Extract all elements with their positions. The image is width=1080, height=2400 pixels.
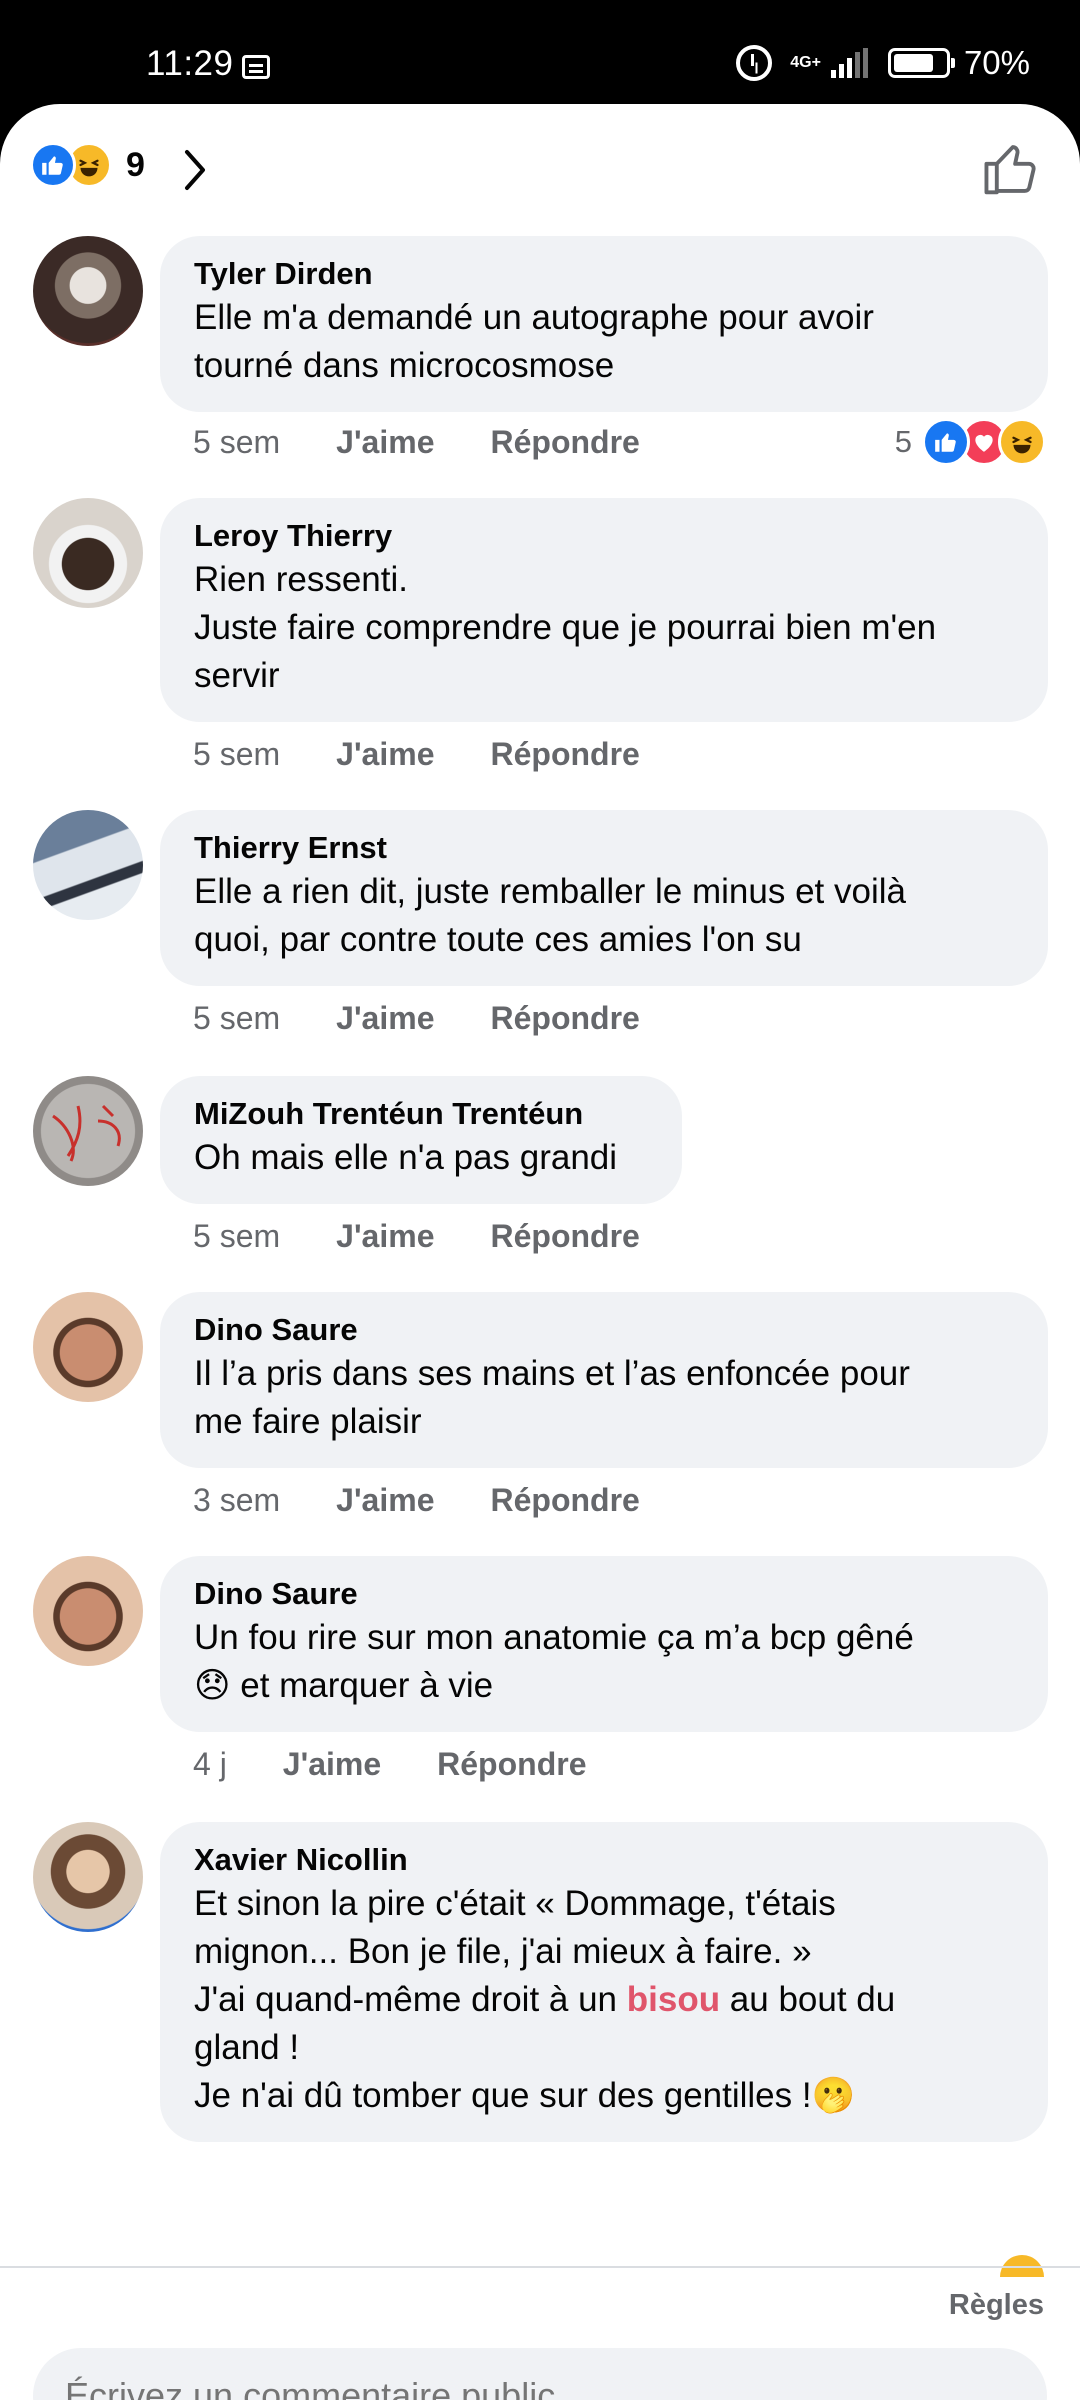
comment-bubble[interactable]: MiZouh Trentéun Trentéun Oh mais elle n'…: [160, 1076, 682, 1204]
reply-button[interactable]: Répondre: [490, 1218, 639, 1255]
chevron-right-icon[interactable]: [180, 148, 210, 192]
like-button[interactable]: J'aime: [283, 1746, 381, 1783]
emoji: 🫢: [811, 2076, 856, 2115]
network-type: 4G+: [790, 54, 821, 71]
comment-text: Rien ressenti. Juste faire comprendre qu…: [194, 560, 937, 695]
comment-actions: 5 sem J'aime Répondre: [193, 736, 640, 773]
comment-text: Un fou rire sur mon anatomie ça m’a bcp …: [194, 1614, 1014, 1710]
comment-actions: 5 sem J'aime Répondre: [193, 1000, 640, 1037]
rules-link[interactable]: Règles: [949, 2289, 1044, 2322]
comment-text: Elle m'a demandé un autographe pour avoi…: [194, 298, 874, 385]
comment-author[interactable]: Thierry Ernst: [194, 828, 1014, 868]
comment-input[interactable]: [33, 2348, 1047, 2400]
comment-bubble[interactable]: Xavier Nicollin Et sinon la pire c'était…: [160, 1822, 1048, 2142]
comment-author[interactable]: Dino Saure: [194, 1310, 1014, 1350]
avatar[interactable]: [33, 1556, 143, 1666]
comment-text: Il l’a pris dans ses mains et l’as enfon…: [194, 1354, 910, 1441]
comment-text-line: et marquer à vie: [230, 1666, 494, 1705]
comment-text: Elle a rien dit, juste remballer le minu…: [194, 872, 906, 959]
comment-text-line: Un fou rire sur mon anatomie ça m’a bcp …: [194, 1618, 914, 1657]
comment-bubble[interactable]: Leroy Thierry Rien ressenti. Juste faire…: [160, 498, 1048, 722]
alarm-icon: [736, 45, 773, 81]
like-button[interactable]: J'aime: [336, 424, 434, 461]
signal-icon: [830, 48, 868, 78]
status-time: 11:29: [146, 44, 234, 83]
status-bar: 11:29 4G+ 70%: [0, 0, 1080, 110]
avatar[interactable]: [33, 1292, 143, 1402]
comment-author[interactable]: Xavier Nicollin: [194, 1840, 1014, 1880]
comment-age: 4 j: [193, 1746, 227, 1782]
reply-button[interactable]: Répondre: [437, 1746, 586, 1783]
reply-button[interactable]: Répondre: [490, 1000, 639, 1037]
like-reaction-icon: [922, 418, 970, 466]
comment-reaction-count: 5: [894, 424, 912, 459]
comment-bubble[interactable]: Thierry Ernst Elle a rien dit, juste rem…: [160, 810, 1048, 986]
comment-bubble[interactable]: Dino Saure Un fou rire sur mon anatomie …: [160, 1556, 1048, 1732]
comment-author[interactable]: MiZouh Trentéun Trentéun: [194, 1094, 648, 1134]
avatar[interactable]: [33, 1822, 143, 1932]
battery-icon: [887, 48, 955, 78]
reaction-count: 9: [126, 145, 145, 184]
like-button[interactable]: J'aime: [336, 1000, 434, 1037]
notification-icon: [242, 55, 270, 79]
comment-reactions[interactable]: 5: [895, 418, 1046, 466]
comment-age: 5 sem: [193, 1000, 281, 1036]
comment-age: 5 sem: [193, 736, 281, 772]
comment-actions: 4 j J'aime Répondre: [193, 1746, 586, 1783]
reaction-summary[interactable]: 9: [30, 142, 145, 188]
comment-bubble[interactable]: Tyler Dirden Elle m'a demandé un autogra…: [160, 236, 1048, 412]
avatar[interactable]: [33, 810, 143, 920]
reactions-header: 9: [0, 104, 1080, 234]
battery-percent: 70%: [963, 44, 1030, 81]
comment-text: Oh mais elle n'a pas grandi: [194, 1138, 618, 1177]
avatar[interactable]: [33, 1076, 143, 1186]
reply-button[interactable]: Répondre: [490, 1482, 639, 1519]
sad-emoji: 😞: [194, 1666, 231, 1705]
comment-author[interactable]: Leroy Thierry: [194, 516, 1014, 556]
like-reaction-icon: [30, 142, 76, 188]
comment-actions: 5 sem J'aime Répondre: [193, 424, 640, 461]
comment-actions: 5 sem J'aime Répondre: [193, 1218, 640, 1255]
avatar[interactable]: [33, 236, 143, 346]
comment-age: 3 sem: [193, 1482, 281, 1518]
comment-bubble[interactable]: Dino Saure Il l’a pris dans ses mains et…: [160, 1292, 1048, 1468]
comments-sheet: 9 Tyler Dirden Elle m'a demandé un autog…: [0, 104, 1080, 2400]
comment-actions: 3 sem J'aime Répondre: [193, 1482, 640, 1519]
haha-reaction-icon: [998, 418, 1046, 466]
comment-author[interactable]: Dino Saure: [194, 1574, 1014, 1614]
comment-age: 5 sem: [193, 1218, 281, 1254]
avatar[interactable]: [33, 498, 143, 608]
reply-button[interactable]: Répondre: [490, 424, 639, 461]
divider: [0, 2266, 1080, 2268]
like-button[interactable]: J'aime: [336, 1218, 434, 1255]
like-button[interactable]: J'aime: [336, 1482, 434, 1519]
comment-age: 5 sem: [193, 424, 281, 460]
like-button[interactable]: J'aime: [336, 736, 434, 773]
comment-text: Et sinon la pire c'était « Dommage, t'ét…: [194, 1880, 1014, 2120]
thumbs-up-outline-icon[interactable]: [980, 138, 1042, 200]
reply-button[interactable]: Répondre: [490, 736, 639, 773]
highlighted-word[interactable]: bisou: [627, 1980, 720, 2019]
comment-author[interactable]: Tyler Dirden: [194, 254, 1014, 294]
